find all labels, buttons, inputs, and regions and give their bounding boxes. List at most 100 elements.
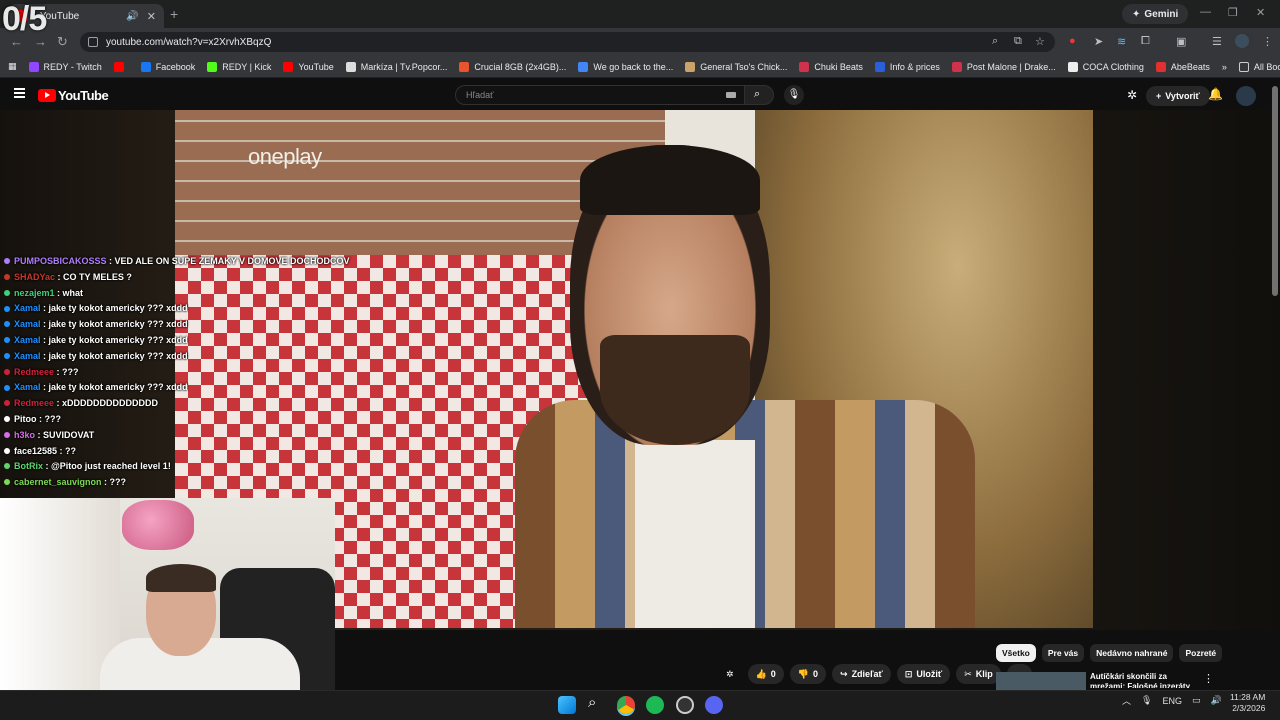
share-button[interactable]: ↪ Zdieľať	[832, 664, 891, 684]
chat-message: h3ko : SUVIDOVAT	[0, 428, 345, 444]
reload-button[interactable]: ↻	[57, 34, 68, 50]
bookmark-favicon-icon	[1067, 61, 1078, 72]
bookmark-item[interactable]: We go back to the...	[578, 61, 673, 72]
notifications-bell-icon[interactable]: 🔔	[1208, 87, 1223, 101]
chip-for-you[interactable]: Pre vás	[1041, 644, 1085, 662]
gemini-button[interactable]: ✦ Gemini	[1122, 4, 1189, 24]
chip-recently-uploaded[interactable]: Nedávno nahrané	[1090, 644, 1174, 662]
youtube-logo-icon[interactable]	[38, 89, 56, 102]
volume-icon[interactable]: 🔊	[1210, 695, 1221, 706]
extension-icon[interactable]: ➤	[1094, 35, 1103, 48]
sparkle-icon: ✦	[1132, 8, 1141, 20]
new-tab-button[interactable]: +	[170, 6, 178, 22]
chat-text: xDDDDDDDDDDDDDD	[62, 398, 159, 409]
bookmark-label: AbeBeats	[1170, 61, 1210, 72]
bookmark-item[interactable]: Markíza | Tv.Popcor...	[345, 61, 447, 72]
bookmark-label: Chuki Beats	[814, 61, 863, 72]
side-panel-icon[interactable]: ▣	[1176, 35, 1186, 48]
clip-button[interactable]: ✂ Klip	[956, 664, 1001, 684]
bookmark-item[interactable]: Facebook	[140, 61, 195, 72]
bookmark-item[interactable]: General Tso's Chick...	[685, 61, 787, 72]
bookmark-favicon-icon	[951, 61, 962, 72]
recommended-title[interactable]: Autíčkári skončili za mrežami: Falošné i…	[1090, 672, 1200, 688]
dislike-button[interactable]: 👎 0	[789, 664, 827, 684]
minimize-window-button[interactable]: —	[1200, 6, 1211, 18]
maximize-window-button[interactable]: ❐	[1228, 6, 1238, 19]
chat-text: VED ALE ON SUPE ZEMAKY V DOMOVE DOCHODCO…	[114, 256, 350, 266]
bookmark-item[interactable]: REDY | Kick	[207, 61, 271, 72]
create-button[interactable]: + Vytvoriť	[1146, 86, 1210, 106]
chat-username: Xamal	[14, 350, 41, 361]
ai-sparkle-icon[interactable]: ✲	[1127, 88, 1137, 102]
zoom-icon[interactable]: ⌕	[992, 35, 998, 48]
chip-watched[interactable]: Pozreté	[1179, 644, 1223, 662]
ai-ask-icon[interactable]: ✲	[718, 664, 742, 684]
chip-all[interactable]: Všetko	[996, 644, 1036, 662]
mic-tray-icon[interactable]: 🎙	[1141, 695, 1152, 706]
profile-avatar[interactable]	[1235, 34, 1249, 48]
start-windows-icon[interactable]	[558, 696, 576, 714]
extension-red-icon[interactable]: ●	[1069, 35, 1076, 47]
recommended-thumbnail[interactable]	[996, 672, 1086, 690]
bookmark-label: Info & prices	[889, 61, 940, 72]
keyboard-icon[interactable]	[726, 92, 736, 98]
extensions-puzzle-icon[interactable]: ⧠	[1141, 35, 1150, 48]
bookmark-label: YouTube	[298, 61, 334, 72]
save-button[interactable]: ⊡ Uložiť	[896, 664, 951, 684]
recommended-menu-icon[interactable]: ⋮	[1203, 672, 1214, 685]
chrome-taskbar-icon[interactable]	[617, 696, 635, 714]
address-url: youtube.com/watch?v=x2XrvhXBqzQ	[106, 36, 272, 48]
extension-wave-icon[interactable]: ≋	[1117, 35, 1126, 48]
all-bookmarks-folder[interactable]: All Bookmarks	[1238, 61, 1280, 72]
address-bar[interactable]: youtube.com/watch?v=x2XrvhXBqzQ	[80, 32, 1055, 52]
taskbar-clock[interactable]: 11:28 AM 2/3/2026	[1230, 692, 1265, 714]
channel-watermark: oneplay	[248, 144, 322, 169]
search-button[interactable]: ⌕	[744, 85, 774, 105]
taskbar-search-icon[interactable]: ⌕	[588, 694, 596, 711]
save-icon: ⊡	[904, 668, 913, 679]
youtube-logo-text[interactable]: YouTube	[58, 88, 109, 103]
bookmark-item[interactable]: REDY - Twitch	[28, 61, 102, 72]
bookmark-item[interactable]: Chuki Beats	[799, 61, 863, 72]
speaker-icon[interactable]: 🔊	[126, 11, 138, 22]
page-scrollbar[interactable]	[1272, 86, 1278, 296]
chat-username: PUMPOSBICAKOSSS	[14, 256, 107, 266]
bookmark-item[interactable]: Crucial 8GB (2x4GB)...	[459, 61, 566, 72]
bookmark-star-icon[interactable]: ☆	[1035, 35, 1045, 48]
like-button[interactable]: 👍 0	[747, 664, 784, 684]
chat-username: Pitoo	[14, 413, 37, 424]
bookmark-item[interactable]: YouTube	[283, 61, 334, 72]
chrome-menu-icon[interactable]: ⋮	[1262, 35, 1273, 48]
chat-message: BotRix : @Pitoo just reached level 1!	[0, 459, 345, 475]
network-icon[interactable]: ▭	[1192, 695, 1201, 706]
cast-icon[interactable]: ⧉	[1014, 35, 1022, 48]
bookmark-item[interactable]: AbeBeats	[1155, 61, 1210, 72]
bookmark-favicon-icon	[113, 61, 124, 72]
bookmark-item[interactable]: COCA Clothing	[1067, 61, 1144, 72]
folder-icon	[1238, 61, 1249, 72]
close-tab-icon[interactable]: ✕	[147, 10, 156, 23]
site-info-icon[interactable]	[88, 37, 98, 47]
browser-tab-strip	[0, 0, 1280, 28]
spotify-taskbar-icon[interactable]	[646, 696, 664, 714]
bookmark-item[interactable]: Info & prices	[874, 61, 940, 72]
language-indicator[interactable]: ENG	[1162, 696, 1182, 706]
bookmark-item[interactable]: Post Malone | Drake...	[951, 61, 1056, 72]
chat-username: face12585	[14, 445, 58, 456]
chat-username: BotRix	[14, 461, 43, 472]
bookmark-favicon-icon	[283, 61, 294, 72]
discord-taskbar-icon[interactable]	[705, 696, 723, 714]
scissors-icon: ✂	[964, 668, 972, 679]
microphone-icon[interactable]: 🎙	[784, 85, 804, 105]
hamburger-menu-icon[interactable]	[14, 88, 25, 98]
bookmarks-overflow-icon[interactable]: »	[1222, 62, 1227, 72]
apps-grid-icon[interactable]: ▦	[8, 61, 17, 72]
account-avatar[interactable]	[1236, 86, 1256, 106]
close-window-button[interactable]: ✕	[1256, 6, 1265, 19]
tray-overflow-icon[interactable]: ︿	[1122, 694, 1131, 707]
chat-username: Redmeee	[14, 398, 55, 409]
reading-list-icon[interactable]: ☰	[1212, 35, 1222, 48]
app-taskbar-icon[interactable]	[676, 696, 694, 714]
search-input[interactable]: Hľadať	[455, 85, 745, 105]
bookmark-item[interactable]	[113, 61, 129, 72]
